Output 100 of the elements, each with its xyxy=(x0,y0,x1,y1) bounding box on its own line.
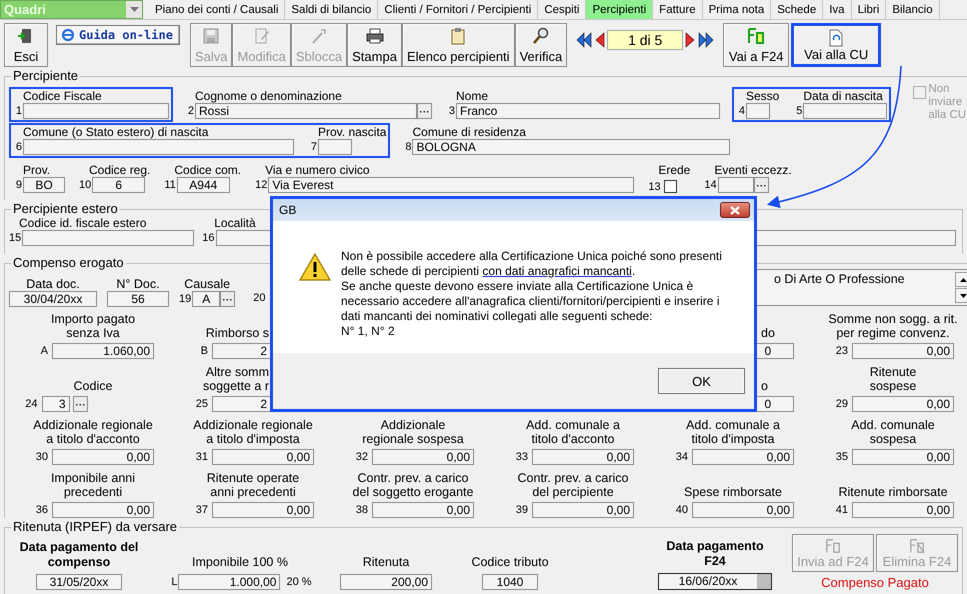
link[interactable]: con dati anagrafici mancanti xyxy=(482,264,632,278)
amount-field[interactable]: 0,00 xyxy=(692,502,794,518)
amount-field[interactable]: 0,00 xyxy=(52,502,154,518)
amount-field[interactable]: 0,00 xyxy=(212,502,314,518)
tab[interactable]: Bilancio xyxy=(886,0,940,19)
text-field[interactable]: 56 xyxy=(107,291,169,307)
text-field[interactable] xyxy=(803,103,888,119)
text-field[interactable]: Franco xyxy=(456,103,720,119)
list-text: o Di Arte O Professione xyxy=(774,272,905,288)
lookup-button[interactable] xyxy=(754,177,769,193)
next-record-button[interactable] xyxy=(684,32,696,48)
exit-button[interactable]: Esci xyxy=(4,23,48,67)
toolbar-button[interactable]: Vai a F24 xyxy=(723,23,790,67)
amount-field[interactable]: 0,00 xyxy=(852,396,954,412)
field-number: 32 xyxy=(354,451,369,463)
amount-field[interactable]: 0,00 xyxy=(532,449,634,465)
field-number: 24 xyxy=(24,398,38,410)
text-field[interactable]: A xyxy=(192,291,220,307)
field-label: Data pagamento del compenso xyxy=(20,540,138,570)
lookup-button[interactable] xyxy=(220,291,236,307)
lookup-button[interactable] xyxy=(72,396,88,412)
tab[interactable]: Clienti / Fornitori / Percipienti xyxy=(378,0,538,19)
field-number: 40 xyxy=(674,504,689,516)
tab[interactable]: Piano dei conti / Causali xyxy=(149,0,286,19)
toolbar-button[interactable]: Elenco percipienti xyxy=(402,23,515,67)
field-number: L xyxy=(170,576,178,588)
tab[interactable]: Libri xyxy=(852,0,886,19)
lookup-button[interactable] xyxy=(417,103,432,119)
text-field[interactable] xyxy=(746,103,770,119)
amount-field[interactable]: 0,00 xyxy=(372,449,474,465)
field-label: Addizionale regionale sospesa xyxy=(362,418,464,446)
amount-field[interactable]: 1.060,00 xyxy=(52,343,154,359)
text-field[interactable] xyxy=(23,103,169,119)
amount-field[interactable]: 0,00 xyxy=(852,502,954,518)
checkbox[interactable] xyxy=(664,180,677,193)
tab[interactable]: Schede xyxy=(771,0,824,19)
warning-icon xyxy=(299,253,331,281)
field-number: 30 xyxy=(34,451,49,463)
amount-field[interactable]: 1.000,00 xyxy=(178,574,280,590)
text-field[interactable]: 6 xyxy=(92,177,146,193)
toolbar-button[interactable]: Verifica xyxy=(514,23,568,67)
text-field[interactable]: BOLOGNA xyxy=(412,139,730,155)
document-refresh-icon xyxy=(827,29,846,47)
field-number: 12 xyxy=(255,179,268,191)
text-field[interactable]: 3 xyxy=(42,396,70,412)
amount-field[interactable]: 0,00 xyxy=(372,502,474,518)
date-field[interactable]: 30/04/20xx xyxy=(9,291,97,307)
first-record-button[interactable] xyxy=(575,32,594,48)
ellipsis-icon xyxy=(223,298,232,300)
field-label: Ritenute operate anni precedenti xyxy=(206,471,300,499)
ok-button[interactable]: OK xyxy=(658,368,745,394)
amount-field[interactable]: 0,00 xyxy=(852,449,954,465)
printer-icon xyxy=(364,27,385,45)
field-label: Sesso xyxy=(745,89,780,103)
field-number: 33 xyxy=(514,451,529,463)
rate-text: 20 % xyxy=(286,576,312,588)
amount-field[interactable]: 0,00 xyxy=(852,343,954,359)
toolbar-button[interactable]: Vai alla CU xyxy=(791,23,882,67)
message-text: N° 1, N° 2 xyxy=(341,324,396,339)
field-label: Codice com. xyxy=(173,163,242,177)
tab[interactable]: Iva xyxy=(823,0,852,19)
field-number: 2 xyxy=(186,105,195,117)
tab[interactable]: Fatture xyxy=(653,0,703,19)
text-field[interactable]: A944 xyxy=(176,177,230,193)
text-field[interactable]: Via Everest xyxy=(268,177,634,193)
toolbar-button[interactable]: Stampa xyxy=(347,23,402,67)
window-title: GB xyxy=(279,203,296,217)
field-number: B xyxy=(200,345,209,357)
text-field[interactable] xyxy=(718,177,754,193)
amount-field[interactable]: 200,00 xyxy=(340,574,432,590)
amount-field[interactable]: 0,00 xyxy=(52,449,154,465)
field-label: Imponibile 100 % xyxy=(192,555,288,570)
field-label: Comune (o Stato estero) di nascita xyxy=(22,125,210,139)
amount-field[interactable]: 0,00 xyxy=(212,449,314,465)
scroll-down-button[interactable] xyxy=(955,288,967,303)
amount-field[interactable]: 0,00 xyxy=(532,502,634,518)
ellipsis-icon xyxy=(420,110,429,112)
date-field[interactable]: 31/05/20xx xyxy=(36,574,122,590)
text-field[interactable]: 1040 xyxy=(482,574,538,590)
field-number: 41 xyxy=(834,504,849,516)
text-field[interactable] xyxy=(23,139,294,155)
amount-field[interactable]: 0,00 xyxy=(692,449,794,465)
field-label: Erede xyxy=(657,163,690,177)
tab[interactable]: Saldi di bilancio xyxy=(285,0,378,19)
date-field[interactable]: 16/06/20xx xyxy=(658,573,772,590)
tab[interactable]: Prima nota xyxy=(702,0,772,19)
scroll-up-button[interactable] xyxy=(955,272,967,287)
form-delete-icon xyxy=(908,538,926,554)
text-field[interactable]: Rossi xyxy=(195,103,417,119)
text-field[interactable] xyxy=(22,230,194,246)
text-field[interactable] xyxy=(318,139,352,155)
text-field[interactable]: BO xyxy=(23,177,65,193)
unlock-icon xyxy=(310,27,328,45)
previous-record-button[interactable] xyxy=(594,32,606,48)
field-label: Via e numero civico xyxy=(264,163,371,177)
section-title: Percipiente xyxy=(12,69,80,83)
last-record-button[interactable] xyxy=(697,32,716,48)
help-button[interactable]: Guida on-line xyxy=(56,25,180,45)
close-button[interactable] xyxy=(720,202,750,218)
tab[interactable]: Percipienti xyxy=(586,0,654,19)
